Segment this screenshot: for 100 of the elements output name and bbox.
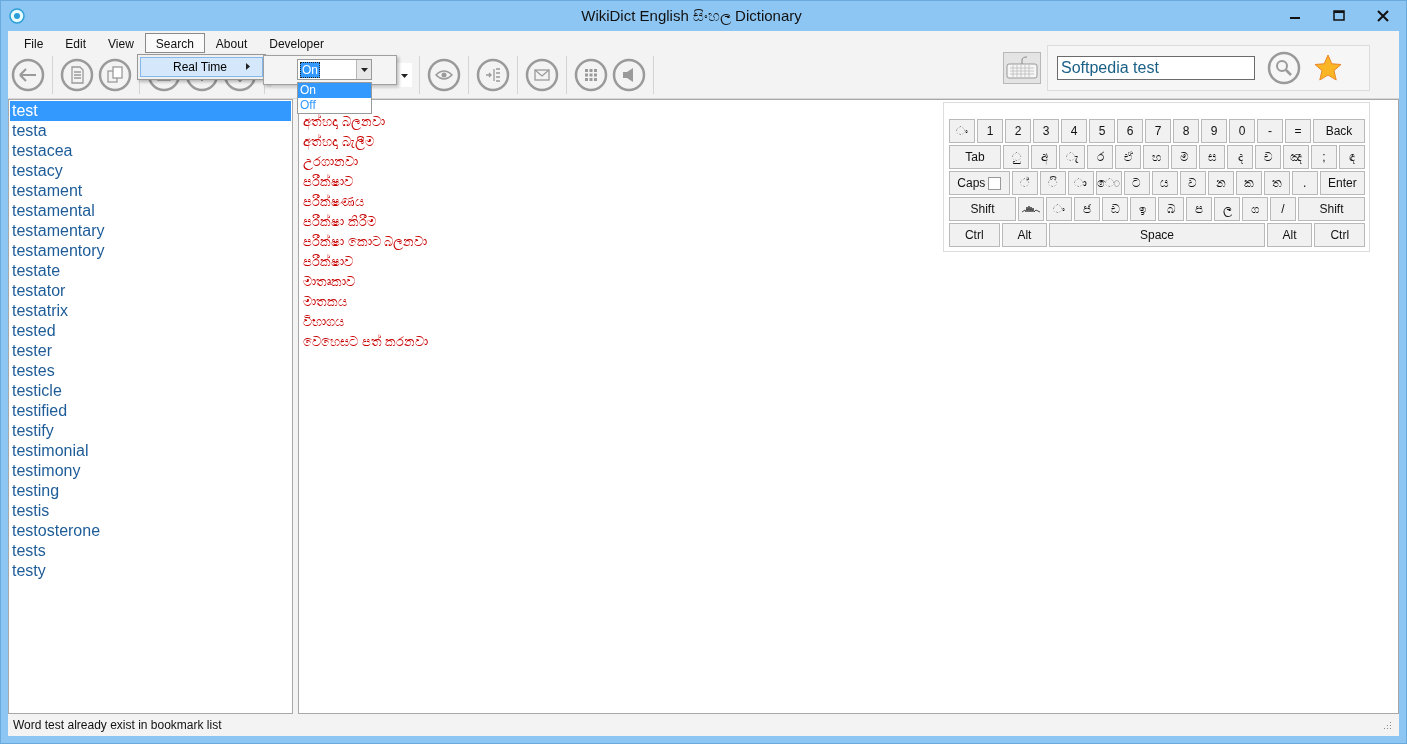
translation-text: පරීක්ෂාව <box>303 253 353 271</box>
word-item[interactable]: testosterone <box>10 521 291 541</box>
menu-item[interactable]: View <box>97 33 145 53</box>
word-item[interactable]: testator <box>10 281 291 301</box>
keyboard-key[interactable]: / <box>1270 197 1296 221</box>
word-item[interactable]: testa <box>10 121 291 141</box>
translation-text: පරීක්ෂා කොට බලනවා <box>303 233 428 252</box>
caps-key[interactable]: Caps <box>949 171 1010 195</box>
translation-text: මාතෘකාව <box>303 273 355 291</box>
translation-text: පරීක්ෂාව <box>303 173 353 191</box>
keyboard-key[interactable]: ඳ <box>1339 145 1365 169</box>
word-item[interactable]: testacy <box>10 161 291 181</box>
keyboard-key[interactable]: 7 <box>1145 119 1171 143</box>
keyboard-key[interactable]: - <box>1257 119 1283 143</box>
keyboard-key[interactable]: Shift <box>949 197 1016 221</box>
word-item[interactable]: testament <box>10 181 291 201</box>
keyboard-key[interactable]: Shift <box>1298 197 1365 221</box>
keyboard-key[interactable]: 6 <box>1117 119 1143 143</box>
menu-item[interactable]: File <box>13 33 55 53</box>
translation-text: පරීක්ෂණය <box>303 193 364 211</box>
keyboard-key[interactable]: Enter <box>1319 171 1365 195</box>
word-item[interactable]: testacea <box>10 141 291 161</box>
space-key[interactable]: Space <box>1049 223 1265 247</box>
keyboard-key[interactable]: ව <box>1179 171 1206 195</box>
menu-item[interactable]: Developer <box>258 33 335 53</box>
keyboard-key[interactable]: ත <box>1263 171 1290 195</box>
keyboard-key[interactable]: ඉ <box>1130 197 1156 221</box>
keyboard-key[interactable]: ක <box>1235 171 1262 195</box>
keyboard-key[interactable]: ය <box>1151 171 1178 195</box>
word-item[interactable]: testatrix <box>10 301 291 321</box>
word-item[interactable]: testified <box>10 401 291 421</box>
keyboard-key[interactable]: 1 <box>977 119 1003 143</box>
window-title: WikiDict English සිංහල Dictionary <box>580 7 803 25</box>
keyboard-key[interactable]: ප <box>1186 197 1212 221</box>
submenu-item[interactable]: Real Time <box>140 57 263 77</box>
keyboard-key[interactable]: = <box>1285 119 1311 143</box>
keyboard-key[interactable]: 0 <box>1229 119 1255 143</box>
word-item[interactable]: testimony <box>10 461 291 481</box>
keyboard-key[interactable]: ට <box>1123 171 1150 195</box>
keyboard-key[interactable]: ◌ා <box>1067 171 1094 195</box>
menu-item[interactable]: About <box>204 33 259 53</box>
keyboard-key[interactable]: ◌ං <box>949 119 975 143</box>
keyboard-key[interactable]: ම <box>1171 145 1197 169</box>
keyboard-key[interactable]: ච <box>1255 145 1281 169</box>
word-item[interactable]: testify <box>10 421 291 441</box>
keyboard-key[interactable]: 2 <box>1005 119 1031 143</box>
word-item[interactable]: testamental <box>10 201 291 221</box>
keyboard-key[interactable]: . <box>1291 171 1318 195</box>
keyboard-key[interactable]: ෙ◌ <box>1095 171 1122 195</box>
word-item[interactable]: testimonial <box>10 441 291 461</box>
keyboard-key[interactable]: ; <box>1311 145 1337 169</box>
word-item[interactable]: tests <box>10 541 291 561</box>
keyboard-key[interactable]: න <box>1207 171 1234 195</box>
keyboard-key[interactable]: ඩ <box>1102 197 1128 221</box>
word-item[interactable]: tested <box>10 321 291 341</box>
dropdown-value: On <box>300 62 320 78</box>
word-item[interactable]: testes <box>10 361 291 381</box>
word-item[interactable]: testate <box>10 261 291 281</box>
menu-item[interactable]: Edit <box>54 33 98 53</box>
menu-item[interactable]: Search <box>144 33 205 53</box>
keyboard-key[interactable]: ඤ <box>1283 145 1309 169</box>
keyboard-key[interactable]: 9 <box>1201 119 1227 143</box>
keyboard-key[interactable]: ◌ි <box>1039 171 1066 195</box>
translation-text: මාතකය <box>303 293 347 311</box>
keyboard-key[interactable]: ◌් <box>1011 171 1038 195</box>
word-item[interactable]: testamentory <box>10 241 291 261</box>
keyboard-key[interactable]: Back <box>1313 119 1365 143</box>
keyboard-key[interactable]: Alt <box>1001 223 1048 247</box>
keyboard-key[interactable]: Alt <box>1266 223 1313 247</box>
keyboard-key[interactable]: ◌ැ <box>1059 145 1085 169</box>
word-item[interactable]: testing <box>10 481 291 501</box>
keyboard-key[interactable]: බ <box>1158 197 1184 221</box>
keyboard-key[interactable]: 3 <box>1033 119 1059 143</box>
keyboard-key[interactable]: ල <box>1214 197 1240 221</box>
search-field[interactable]: Softpedia test <box>1057 55 1255 80</box>
translation-text: පරීක්ෂා කිරීම <box>303 213 376 231</box>
word-item[interactable]: testis <box>10 501 291 521</box>
keyboard-key[interactable]: 5 <box>1089 119 1115 143</box>
keyboard-key[interactable]: ඒ <box>1115 145 1141 169</box>
keyboard-key[interactable]: ◌ං <box>1046 197 1072 221</box>
keyboard-key[interactable]: ස <box>1199 145 1225 169</box>
translation-text: වෙහෙසට පත් කරනවා <box>303 333 429 351</box>
translation-text: අත්හදා බැලීම <box>303 133 374 152</box>
keyboard-key[interactable]: හ <box>1143 145 1169 169</box>
keyboard-key[interactable]: Tab <box>949 145 1001 169</box>
keyboard-key[interactable]: 4 <box>1061 119 1087 143</box>
keyboard-key[interactable]: ◌ු <box>1003 145 1029 169</box>
status-text: Word test already exist in bookmark list <box>13 718 222 732</box>
word-item[interactable]: tester <box>10 341 291 361</box>
keyboard-key[interactable]: අ <box>1031 145 1057 169</box>
word-item[interactable]: testamentary <box>10 221 291 241</box>
keyboard-key[interactable]: ජ <box>1074 197 1100 221</box>
keyboard-key[interactable]: ග <box>1242 197 1268 221</box>
word-item[interactable]: testicle <box>10 381 291 401</box>
word-item[interactable]: testy <box>10 561 291 581</box>
keyboard-key[interactable]: ද <box>1227 145 1253 169</box>
keyboard-key[interactable]: Ctrl <box>1314 223 1365 247</box>
keyboard-key[interactable]: ර <box>1087 145 1113 169</box>
keyboard-key[interactable]: Ctrl <box>949 223 1000 247</box>
keyboard-key[interactable]: 8 <box>1173 119 1199 143</box>
